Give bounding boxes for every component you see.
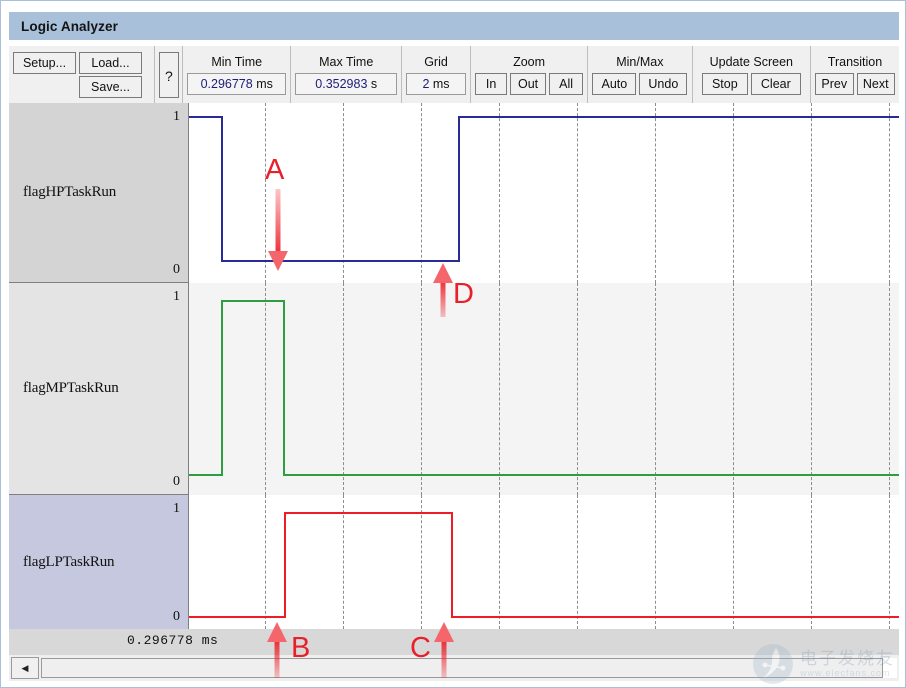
minmax-auto-button[interactable]: Auto — [592, 72, 637, 95]
toolbar-group-min-time: Min Time 0.296778 ms — [183, 46, 292, 103]
signal-name-panel[interactable]: flagMPTaskRun 1 0 — [9, 283, 189, 495]
max-time-value: 0.352983 — [315, 76, 368, 91]
transition-next-button[interactable]: Next — [856, 72, 896, 95]
waveform-plot: flagHPTaskRun 1 0 flagMPTaskRun 1 0 flag… — [9, 103, 899, 629]
horizontal-scrollbar[interactable]: ◀ — [9, 655, 899, 681]
toolbar-group-file: Setup... Load... Save... — [9, 46, 155, 103]
toolbar: Setup... Load... Save... ? Min Time 0.29… — [9, 46, 899, 103]
signal-label: flagLPTaskRun — [23, 553, 115, 570]
signal-high-value: 1 — [173, 289, 180, 304]
signal-name-panel[interactable]: flagHPTaskRun 1 0 — [9, 103, 189, 283]
signal-low-value: 0 — [173, 474, 180, 489]
grid-field[interactable]: 2 ms — [405, 72, 467, 95]
minmax-undo-button[interactable]: Undo — [639, 72, 688, 95]
zoom-all-button[interactable]: All — [549, 72, 584, 95]
setup-button[interactable]: Setup... — [13, 51, 76, 74]
signal-label: flagMPTaskRun — [23, 380, 119, 396]
logic-analyzer-window: Logic Analyzer Setup... Load... Save... … — [0, 0, 906, 688]
axis-start-time: 0.296778 ms — [127, 633, 219, 648]
scrollbar-track[interactable] — [41, 658, 897, 678]
grid-label: Grid — [424, 54, 448, 69]
signal-lane-flagHPTaskRun: flagHPTaskRun 1 0 — [9, 103, 899, 283]
toolbar-group-grid: Grid 2 ms — [402, 46, 472, 103]
signal-lane-flagLPTaskRun: flagLPTaskRun 1 0 — [9, 495, 899, 629]
signal-high-value: 1 — [173, 109, 180, 124]
signal-track[interactable] — [189, 283, 899, 495]
signal-low-value: 0 — [173, 262, 180, 277]
grid-value: 2 — [422, 76, 430, 91]
toolbar-group-help: ? — [155, 46, 183, 103]
max-time-label: Max Time — [319, 54, 374, 69]
waveform-flagLPTaskRun — [189, 495, 899, 629]
help-button[interactable]: ? — [158, 51, 179, 98]
toolbar-group-transition: Transition Prev Next — [811, 46, 899, 103]
max-time-field[interactable]: 0.352983 s — [295, 72, 397, 95]
waveform-flagMPTaskRun — [189, 283, 899, 495]
signal-name-panel[interactable]: flagLPTaskRun 1 0 — [9, 495, 189, 629]
zoom-out-button[interactable]: Out — [510, 72, 547, 95]
minmax-label: Min/Max — [616, 54, 664, 69]
toolbar-group-update-screen: Update Screen Stop Clear — [693, 46, 812, 103]
update-stop-button[interactable]: Stop — [701, 72, 748, 95]
update-screen-label: Update Screen — [709, 54, 794, 69]
signal-track[interactable] — [189, 495, 899, 629]
min-time-value: 0.296778 — [200, 76, 253, 91]
signal-lane-flagMPTaskRun: flagMPTaskRun 1 0 — [9, 283, 899, 495]
transition-prev-button[interactable]: Prev — [815, 72, 854, 95]
grid-unit: ms — [432, 76, 450, 91]
window-title-bar: Logic Analyzer — [9, 12, 899, 40]
page-title: Logic Analyzer — [21, 18, 118, 34]
toolbar-group-minmax: Min/Max Auto Undo — [588, 46, 693, 103]
toolbar-group-max-time: Max Time 0.352983 s — [291, 46, 402, 103]
zoom-label: Zoom — [513, 54, 546, 69]
save-button[interactable]: Save... — [79, 75, 142, 98]
signal-track[interactable] — [189, 103, 899, 283]
toolbar-group-zoom: Zoom In Out All — [471, 46, 589, 103]
waveform-flagHPTaskRun — [189, 103, 899, 283]
signal-label: flagHPTaskRun — [23, 184, 117, 200]
signal-low-value: 0 — [173, 609, 180, 624]
scroll-left-arrow-icon[interactable]: ◀ — [11, 657, 39, 679]
update-clear-button[interactable]: Clear — [750, 72, 801, 95]
transition-label: Transition — [827, 54, 883, 69]
signal-high-value: 1 — [173, 501, 180, 516]
load-button[interactable]: Load... — [79, 51, 142, 74]
min-time-label: Min Time — [211, 54, 263, 69]
min-time-field[interactable]: 0.296778 ms — [186, 72, 287, 95]
min-time-unit: ms — [256, 76, 273, 91]
scrollbar-thumb[interactable] — [41, 658, 883, 678]
time-axis-bar: 0.296778 ms — [9, 629, 899, 655]
max-time-unit: s — [370, 76, 378, 91]
zoom-in-button[interactable]: In — [475, 72, 508, 95]
